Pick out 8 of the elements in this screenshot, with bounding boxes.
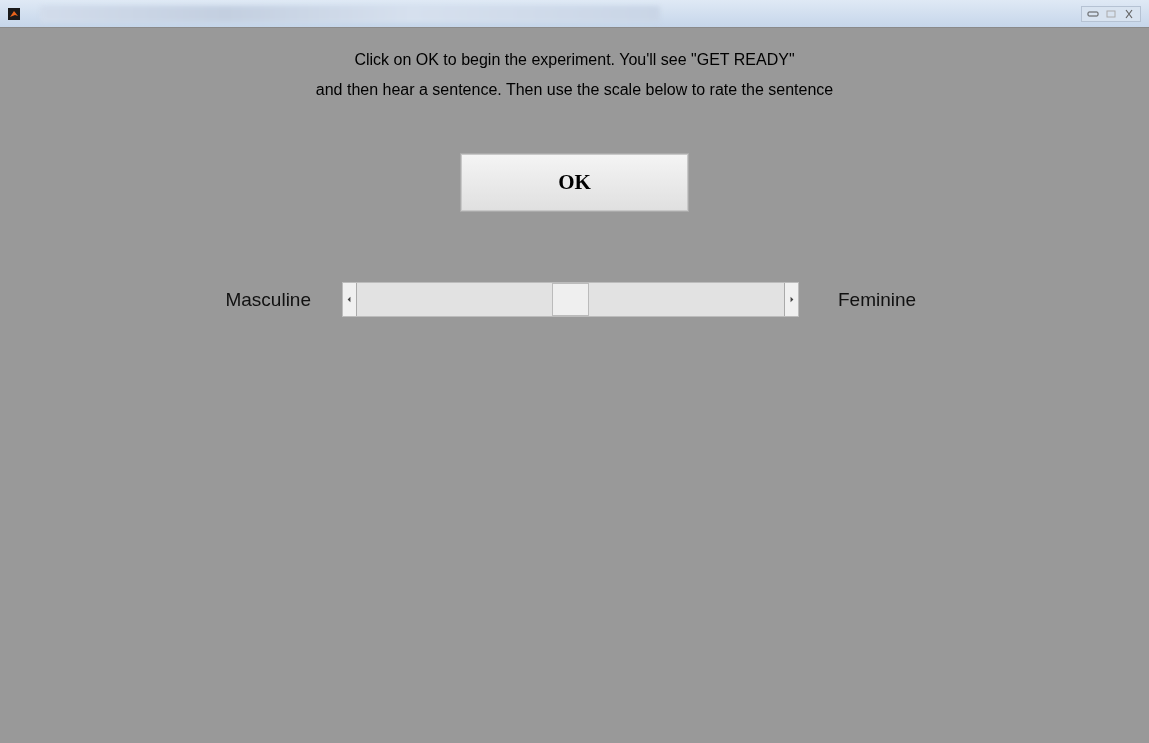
instruction-text: Click on OK to begin the experiment. You'll see "GET READY" — [353, 50, 796, 70]
ok-button[interactable]: OK — [461, 154, 688, 211]
instruction-text: and then hear a sentence. Then use the scale below to rate the sentence — [315, 80, 834, 100]
scale-right-label: Feminine — [838, 288, 918, 311]
app-icon — [8, 7, 20, 20]
slider-thumb[interactable] — [552, 283, 589, 316]
minimize-icon[interactable] — [1086, 8, 1100, 19]
scale-left-label: Masculine — [224, 288, 311, 311]
